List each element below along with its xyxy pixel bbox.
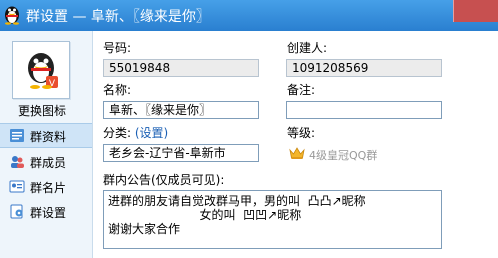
notice-line: 进群的朋友请自觉改群马甲，男的叫 凸凸↗昵称: [108, 194, 366, 208]
category-field[interactable]: 老乡会-辽宁省-阜新市: [103, 144, 259, 162]
title-bar[interactable]: 群设置 — 阜新、〖缘来是你〗: [0, 0, 498, 31]
group-settings-icon: [10, 204, 23, 219]
sidebar: V 更换图标 群资料 群成员 群名片 群设置: [0, 31, 93, 258]
sidebar-item-group-settings[interactable]: 群设置: [0, 200, 92, 223]
sidebar-item-group-members[interactable]: 群成员: [0, 150, 92, 173]
group-avatar-icon: V: [28, 53, 58, 89]
group-info-icon: [10, 129, 24, 142]
level-label: 等级:: [287, 126, 316, 140]
close-button[interactable]: [453, 0, 498, 22]
crown-icon: [289, 147, 305, 159]
sidebar-item-group-card[interactable]: 群名片: [0, 175, 92, 198]
creator-label: 创建人:: [287, 41, 328, 55]
creator-field: 1091208569: [286, 59, 442, 77]
number-label: 号码:: [103, 41, 132, 55]
notice-label: 群内公告(仅成员可见):: [103, 173, 225, 187]
notice-line: 谢谢大家合作: [108, 222, 181, 236]
level-value: 4级皇冠QQ群: [309, 149, 378, 162]
sidebar-item-label: 群成员: [30, 156, 67, 170]
notice-line: 女的叫 凹凹↗昵称: [108, 208, 302, 222]
change-icon-link[interactable]: 更换图标: [18, 102, 66, 119]
category-label: 分类: (设置): [103, 124, 168, 141]
group-notice-textarea[interactable]: 进群的朋友请自觉改群马甲，男的叫 凸凸↗昵称 女的叫 凹凹↗昵称 谢谢大家合作: [103, 190, 442, 249]
name-label: 名称:: [103, 83, 132, 97]
group-card-icon: [9, 180, 25, 193]
group-members-icon: [11, 156, 24, 168]
number-field: 55019848: [103, 59, 259, 77]
remark-input[interactable]: [286, 101, 442, 119]
remark-label: 备注:: [287, 83, 316, 97]
window-title: 群设置 — 阜新、〖缘来是你〗: [26, 9, 210, 25]
sidebar-item-group-info[interactable]: 群资料: [0, 123, 92, 148]
sidebar-item-label: 群设置: [30, 206, 67, 220]
qq-penguin-icon: [5, 6, 19, 25]
category-label-text: 分类:: [103, 126, 132, 140]
name-input[interactable]: 阜新、〖缘来是你〗: [103, 101, 259, 119]
group-avatar[interactable]: V: [12, 41, 70, 99]
category-settings-link[interactable]: (设置): [135, 126, 168, 140]
sidebar-item-label: 群资料: [30, 130, 67, 144]
sidebar-item-label: 群名片: [30, 181, 67, 195]
